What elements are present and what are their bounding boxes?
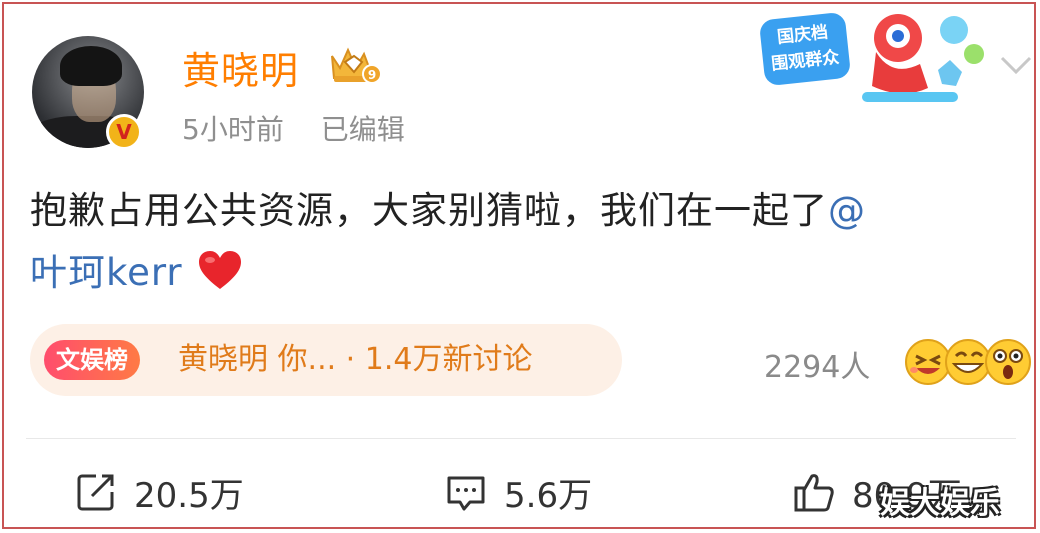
repost-icon — [77, 474, 114, 511]
comment-count: 5.6万 — [504, 475, 593, 516]
verified-mark: V — [116, 120, 132, 144]
thumbs-up-icon — [794, 474, 834, 512]
comment-button[interactable]: 5.6万 — [444, 468, 592, 516]
comment-icon — [447, 476, 485, 511]
laugh-emoji-icon — [905, 339, 951, 385]
hot-list-text: 黄晓明 你... · 1.4万新讨论 — [178, 342, 533, 377]
repost-button[interactable]: 20.5万 — [74, 468, 244, 516]
reaction-emojis[interactable] — [902, 336, 1034, 386]
repost-count: 20.5万 — [134, 475, 244, 516]
verified-icon: V — [106, 114, 142, 150]
post-content: 抱歉占用公共资源，大家别猜啦，我们在一起了@ 叶珂kerr — [30, 180, 1010, 304]
watermark: 娱大娱乐 — [880, 486, 1000, 521]
mention-user[interactable]: 叶珂kerr — [30, 251, 183, 294]
post-text: 抱歉占用公共资源，大家别猜啦，我们在一起了 — [30, 189, 828, 232]
mention-at[interactable]: @ — [828, 189, 866, 232]
national-day-banner[interactable]: 国庆档 围观群众 — [752, 8, 992, 112]
post-time: 5小时前 — [182, 113, 284, 146]
hot-list-tag: 文娱榜 — [44, 340, 140, 380]
divider — [26, 438, 1016, 439]
avatar-hair — [60, 46, 122, 86]
post-meta: 5小时前 已编辑 — [182, 108, 405, 148]
chevron-down-icon[interactable] — [996, 52, 1036, 78]
crown-level-icon: 9 — [331, 47, 382, 84]
hot-list-bar[interactable]: 文娱榜 黄晓明 你... · 1.4万新讨论 — [30, 324, 622, 396]
shocked-emoji-icon — [985, 339, 1031, 385]
grin-emoji-icon — [945, 339, 991, 385]
edited-label[interactable]: 已编辑 — [321, 113, 405, 146]
participants-count: 2294人 — [764, 350, 871, 385]
username[interactable]: 黄晓明 — [182, 40, 299, 95]
level-number: 9 — [368, 68, 376, 82]
heart-emoji-icon — [198, 251, 241, 289]
